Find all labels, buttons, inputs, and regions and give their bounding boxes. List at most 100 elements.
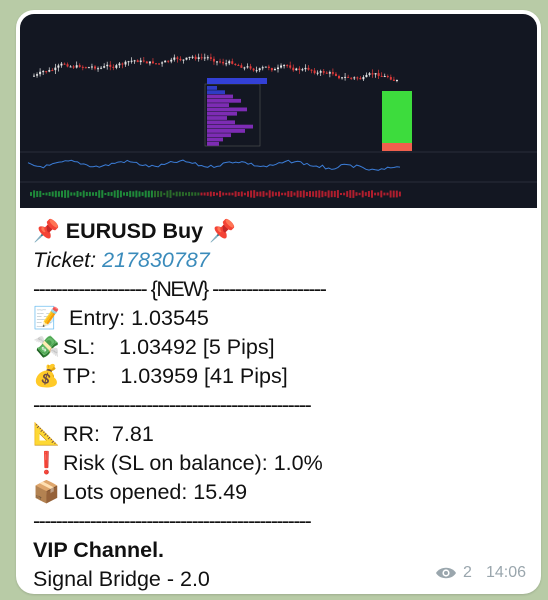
candle-body — [368, 73, 371, 75]
candle-body — [219, 61, 222, 63]
histogram-bar — [247, 191, 249, 197]
histogram-bar — [237, 192, 240, 196]
tp-text: TP: 1.03959 [41 Pips] — [63, 364, 288, 388]
histogram-bar — [336, 190, 339, 198]
chart-screenshot[interactable] — [20, 14, 537, 208]
histogram-bar — [203, 192, 206, 196]
histogram-bar — [299, 190, 302, 198]
candle-body — [155, 63, 157, 65]
memo-icon: 📝 — [33, 306, 60, 330]
candle-body — [258, 68, 261, 71]
candle-body — [57, 65, 60, 68]
histogram-bar — [116, 190, 119, 198]
histogram-bar — [278, 191, 280, 197]
histogram-bar — [132, 191, 135, 197]
candle-body — [118, 63, 121, 66]
candle-body — [212, 58, 215, 62]
candle-body — [240, 65, 243, 68]
message-time: 14:06 — [485, 564, 526, 581]
histogram-bar — [197, 192, 200, 196]
candle-body — [261, 67, 264, 69]
volume-profile-bar — [207, 107, 247, 112]
histogram-bar — [327, 190, 330, 198]
candle-body — [63, 63, 66, 65]
histogram-bar — [61, 190, 63, 198]
histogram-bar — [85, 191, 88, 197]
candle-body — [298, 68, 301, 71]
candle-body — [338, 75, 340, 79]
candle-body — [194, 56, 197, 59]
candle-body — [81, 66, 84, 68]
histogram-bar — [185, 192, 187, 196]
histogram-bar — [312, 191, 315, 197]
histogram-bar — [45, 192, 48, 196]
histogram-bar — [302, 190, 305, 198]
divider: ----------------------------------------… — [33, 393, 312, 417]
histogram-bar — [135, 190, 138, 198]
volume-profile-bar — [207, 103, 229, 107]
candle-body — [191, 56, 194, 58]
candle-body — [225, 63, 228, 65]
candle-body — [280, 65, 283, 68]
histogram-bar — [256, 191, 259, 197]
volume-profile-bar — [207, 133, 231, 138]
histogram-bar — [281, 192, 284, 196]
ticket-number-link[interactable]: 217830787 — [102, 248, 210, 272]
histogram-bar — [377, 192, 380, 196]
oscillator-line — [27, 159, 401, 171]
risk-line: ❗ Risk (SL on balance): 1.0% — [33, 449, 527, 478]
histogram-bar — [79, 192, 82, 196]
histogram-bar — [284, 192, 287, 196]
candle-body — [69, 66, 72, 68]
histogram-bar — [82, 190, 85, 198]
money-wings-icon: 💸 — [33, 335, 60, 359]
histogram-bar — [225, 192, 228, 196]
sl-zone — [382, 143, 412, 151]
candle-body — [75, 65, 78, 68]
candle-body — [389, 77, 392, 80]
candle-body — [203, 57, 206, 59]
candle-body — [206, 57, 209, 59]
candle-body — [48, 70, 51, 72]
histogram-bar — [253, 190, 256, 198]
histogram-bar — [290, 191, 293, 197]
histogram-bar — [380, 190, 383, 198]
candle-body — [289, 65, 292, 68]
histogram-bar — [67, 190, 70, 198]
candle-body — [84, 67, 87, 69]
candle-body — [292, 67, 295, 71]
candle-body — [386, 76, 389, 78]
message-bubble[interactable]: 📌 EURUSD Buy 📌 Ticket: 217830787 -------… — [16, 10, 541, 594]
histogram-bar — [76, 190, 79, 198]
candle-body — [170, 59, 173, 62]
histogram-bar — [178, 191, 181, 197]
histogram-bar — [268, 190, 271, 198]
histogram-bar — [324, 191, 327, 197]
histogram-bar — [259, 191, 262, 197]
histogram-bar — [188, 191, 191, 197]
candle-body — [313, 70, 316, 74]
candle-body — [273, 69, 276, 71]
candle-body — [255, 70, 258, 72]
candle-body — [316, 72, 319, 74]
candle-body — [197, 57, 200, 59]
histogram-bar — [367, 191, 370, 197]
exclamation-icon: ❗ — [33, 451, 60, 475]
candle-body — [264, 66, 267, 68]
tp-zone — [382, 91, 412, 143]
candle-body — [307, 67, 310, 70]
candle-body — [103, 66, 106, 68]
candle-body — [286, 65, 289, 67]
candle-body — [331, 72, 334, 74]
candle-body — [310, 69, 313, 71]
candle-body — [121, 63, 124, 65]
candle-body — [185, 57, 188, 60]
histogram-bar — [231, 192, 234, 196]
rr-text: RR: 7.81 — [63, 422, 154, 446]
candle-body — [328, 72, 331, 74]
divider: ----------------------------------------… — [33, 509, 312, 533]
candle-body — [319, 71, 322, 73]
histogram-bar — [88, 191, 91, 197]
candle-body — [283, 65, 286, 67]
candle-body — [216, 61, 218, 63]
